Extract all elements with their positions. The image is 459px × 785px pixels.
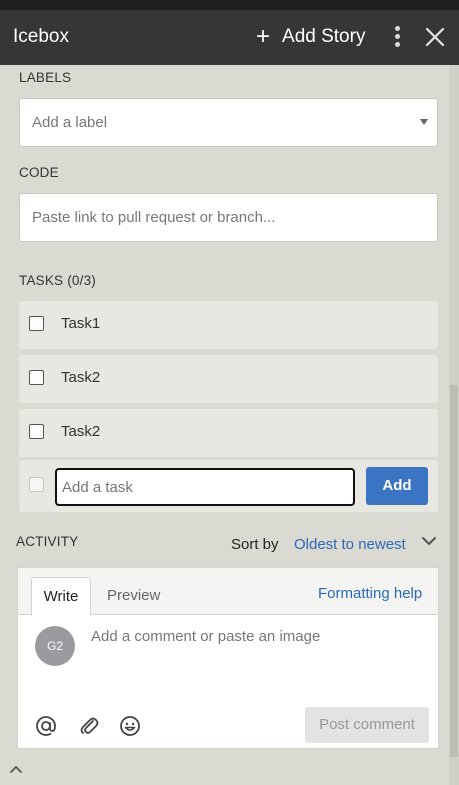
panel-header: Icebox + Add Story — [0, 10, 459, 65]
sort-order-select[interactable]: Oldest to newest — [294, 536, 406, 553]
code-heading: CODE — [19, 165, 59, 180]
scrollbar-thumb[interactable] — [450, 385, 458, 757]
kebab-menu-icon[interactable] — [389, 24, 405, 52]
tasks-heading: TASKS (0/3) — [19, 273, 96, 288]
avatar: G2 — [35, 626, 75, 666]
task-label[interactable]: Task2 — [61, 369, 100, 386]
comment-tab-bar: Write Preview Formatting help — [18, 568, 438, 616]
new-task-placeholder: Add a task — [62, 479, 133, 496]
new-task-checkbox — [29, 477, 44, 492]
task-item[interactable]: Task2 — [19, 409, 438, 457]
dropdown-caret-icon — [420, 119, 428, 125]
scrollbar[interactable] — [449, 65, 459, 785]
task-item[interactable]: Task1 — [19, 301, 438, 349]
formatting-help-link[interactable]: Formatting help — [318, 585, 422, 602]
code-link-placeholder: Paste link to pull request or branch... — [32, 209, 276, 226]
task-checkbox[interactable] — [29, 424, 44, 439]
sort-by-label: Sort by — [231, 536, 279, 553]
top-strip — [0, 0, 459, 10]
task-label[interactable]: Task1 — [61, 315, 100, 332]
add-story-button[interactable]: + Add Story — [256, 22, 365, 52]
add-story-label: Add Story — [282, 26, 366, 47]
post-comment-button[interactable]: Post comment — [305, 707, 429, 743]
chevron-down-icon[interactable] — [421, 534, 437, 548]
task-label[interactable]: Task2 — [61, 423, 100, 440]
close-icon[interactable] — [424, 26, 446, 48]
task-item[interactable]: Task2 — [19, 355, 438, 403]
label-select-placeholder: Add a label — [32, 114, 108, 131]
activity-heading: ACTIVITY — [16, 534, 79, 549]
label-select[interactable]: Add a label — [19, 98, 438, 147]
tab-write[interactable]: Write — [31, 577, 91, 616]
tab-preview[interactable]: Preview — [107, 587, 160, 604]
code-link-input[interactable]: Paste link to pull request or branch... — [19, 193, 438, 242]
emoji-icon[interactable] — [119, 715, 141, 737]
comment-composer: Write Preview Formatting help G2 Add a c… — [17, 567, 439, 749]
task-checkbox[interactable] — [29, 316, 44, 331]
comment-input[interactable]: Add a comment or paste an image — [91, 628, 320, 645]
chevron-up-icon[interactable] — [8, 763, 24, 775]
plus-icon: + — [256, 23, 271, 50]
add-task-button[interactable]: Add — [366, 467, 428, 505]
new-task-input[interactable]: Add a task — [55, 468, 355, 506]
at-mention-icon[interactable] — [35, 715, 57, 737]
attachment-icon[interactable] — [78, 715, 100, 737]
panel-title: Icebox — [13, 26, 69, 47]
labels-heading: LABELS — [19, 70, 72, 85]
new-task-row: Add a task Add — [19, 460, 438, 512]
task-checkbox[interactable] — [29, 370, 44, 385]
